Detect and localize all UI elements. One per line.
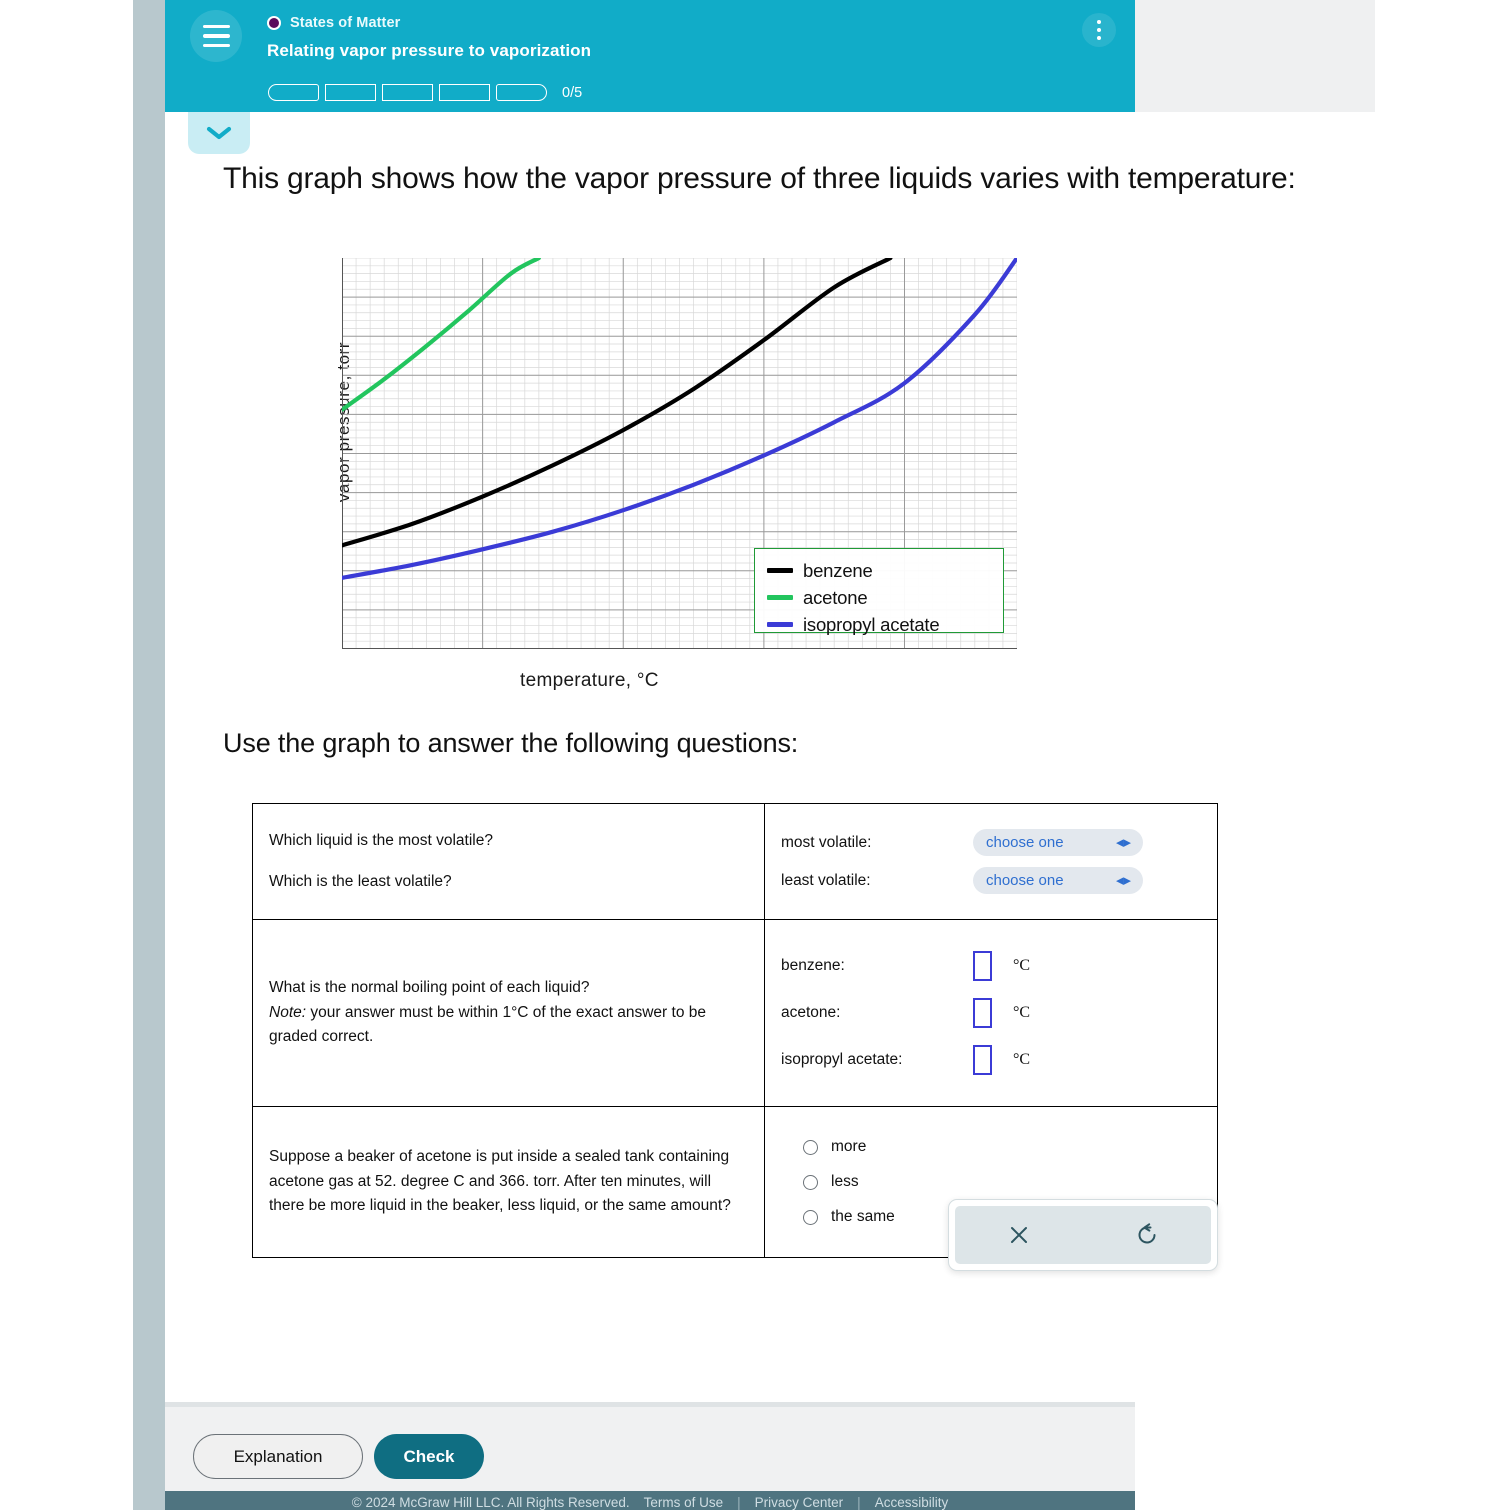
radio-label: the same — [831, 1208, 895, 1226]
terms-of-use-link[interactable]: Terms of Use — [644, 1495, 724, 1510]
benzene-bp-input[interactable] — [973, 951, 992, 981]
question-prompt-cell-2: What is the normal boiling point of each… — [253, 920, 765, 1107]
progress-segment — [268, 84, 319, 101]
progress-segment — [325, 84, 376, 101]
question-prompt-cell-1: Which liquid is the most volatile? Which… — [253, 804, 765, 920]
radio-label: more — [831, 1138, 866, 1156]
page-title: Relating vapor pressure to vaporization — [267, 41, 591, 61]
chevron-down-icon — [206, 125, 232, 141]
undo-button[interactable] — [1083, 1222, 1211, 1248]
radio-button-icon[interactable] — [803, 1175, 818, 1190]
progress-segment — [382, 84, 433, 101]
kebab-menu-icon[interactable] — [1082, 13, 1116, 47]
legend-label: acetone — [803, 587, 867, 609]
question-line: What is the normal boiling point of each… — [269, 976, 748, 1000]
progress-tracker: 0/5 — [268, 84, 582, 101]
legend-label: benzene — [803, 560, 873, 582]
input-label-benzene: benzene: — [781, 957, 959, 975]
legend-swatch-isopropyl-acetate — [767, 622, 793, 627]
topic-breadcrumb: States of Matter — [267, 15, 400, 31]
radio-label: less — [831, 1173, 859, 1191]
explanation-button[interactable]: Explanation — [193, 1434, 363, 1479]
note-prefix: Note: — [269, 1004, 306, 1021]
radio-option-less[interactable]: less — [803, 1173, 1201, 1191]
question-line: Which is the least volatile? — [269, 870, 748, 894]
progress-segment — [496, 84, 547, 101]
kebab-dot — [1097, 36, 1102, 41]
answer-row: isopropyl acetate: °C — [781, 1045, 1201, 1075]
vapor-pressure-chart: vapor pressure, torr temperature, °C 010… — [270, 252, 1030, 702]
legend-item: acetone — [767, 584, 1003, 611]
note-text: your answer must be within 1°C of the ex… — [269, 1004, 706, 1045]
collapse-panel-toggle[interactable] — [188, 112, 250, 154]
legal-footer: © 2024 McGraw Hill LLC. All Rights Reser… — [165, 1491, 1135, 1510]
intro-text: This graph shows how the vapor pressure … — [223, 158, 1510, 201]
select-caret-icon: ◂▸ — [1116, 835, 1131, 850]
select-value: choose one — [986, 872, 1064, 889]
chart-legend: benzene acetone isopropyl acetate — [754, 548, 1004, 633]
select-caret-icon: ◂▸ — [1116, 873, 1131, 888]
legend-swatch-acetone — [767, 595, 793, 600]
accessibility-link[interactable]: Accessibility — [875, 1495, 949, 1510]
app-header: States of Matter Relating vapor pressure… — [165, 0, 1135, 112]
close-x-icon — [1006, 1222, 1032, 1248]
questions-table: Which liquid is the most volatile? Which… — [252, 803, 1218, 1258]
check-button[interactable]: Check — [374, 1434, 484, 1479]
answer-row: least volatile: choose one ◂▸ — [781, 867, 1201, 894]
radio-option-more[interactable]: more — [803, 1138, 1201, 1156]
answer-cell-2: benzene: °C acetone: °C isopropyl acetat… — [765, 920, 1218, 1107]
answer-tools-card — [948, 1199, 1218, 1271]
unit-label: °C — [1013, 1051, 1030, 1069]
legend-swatch-benzene — [767, 568, 793, 573]
answer-row: benzene: °C — [781, 951, 1201, 981]
hamburger-bar — [203, 34, 230, 38]
question-prompt-cell-3: Suppose a beaker of acetone is put insid… — [253, 1107, 765, 1258]
question-line: Suppose a beaker of acetone is put insid… — [269, 1145, 748, 1218]
legend-item: benzene — [767, 557, 1003, 584]
question-line: Which liquid is the most volatile? — [269, 829, 748, 853]
acetone-bp-input[interactable] — [973, 998, 992, 1028]
legal-divider: | — [857, 1495, 861, 1510]
kebab-dot — [1097, 28, 1102, 33]
reset-arrow-icon — [1134, 1222, 1160, 1248]
legend-label: isopropyl acetate — [803, 614, 939, 636]
isopropyl-acetate-bp-input[interactable] — [973, 1045, 992, 1075]
clear-answer-button[interactable] — [955, 1222, 1083, 1248]
legend-item: isopropyl acetate — [767, 611, 1003, 638]
unit-label: °C — [1013, 957, 1030, 975]
input-label-isopropyl-acetate: isopropyl acetate: — [781, 1051, 959, 1069]
radio-button-icon[interactable] — [803, 1210, 818, 1225]
progress-count: 0/5 — [562, 85, 582, 101]
select-value: choose one — [986, 834, 1064, 851]
topic-dot-icon — [267, 16, 281, 30]
topic-label: States of Matter — [290, 15, 400, 31]
select-label-least-volatile: least volatile: — [781, 872, 959, 890]
copyright-text: © 2024 McGraw Hill LLC. All Rights Reser… — [352, 1495, 630, 1510]
progress-segment — [439, 84, 490, 101]
answer-row: acetone: °C — [781, 998, 1201, 1028]
legal-divider: | — [737, 1495, 741, 1510]
select-label-most-volatile: most volatile: — [781, 834, 959, 852]
kebab-dot — [1097, 20, 1102, 25]
hamburger-icon[interactable] — [190, 10, 242, 62]
question-note: Note: your answer must be within 1°C of … — [269, 1001, 748, 1050]
hamburger-bar — [203, 25, 230, 29]
series-line-benzene — [342, 258, 890, 545]
chart-x-axis-label: temperature, °C — [520, 670, 659, 692]
answer-tools-group — [955, 1206, 1211, 1264]
select-least-volatile[interactable]: choose one ◂▸ — [973, 867, 1143, 894]
answer-cell-1: most volatile: choose one ◂▸ least volat… — [765, 804, 1218, 920]
unit-label: °C — [1013, 1004, 1030, 1022]
radio-button-icon[interactable] — [803, 1140, 818, 1155]
answer-row: most volatile: choose one ◂▸ — [781, 829, 1201, 856]
left-side-rail — [133, 0, 165, 1510]
table-row: Which liquid is the most volatile? Which… — [253, 804, 1218, 920]
select-most-volatile[interactable]: choose one ◂▸ — [973, 829, 1143, 856]
privacy-center-link[interactable]: Privacy Center — [755, 1495, 844, 1510]
section-instruction: Use the graph to answer the following qu… — [223, 728, 798, 759]
input-label-acetone: acetone: — [781, 1004, 959, 1022]
hamburger-bar — [203, 44, 230, 48]
table-row: What is the normal boiling point of each… — [253, 920, 1218, 1107]
